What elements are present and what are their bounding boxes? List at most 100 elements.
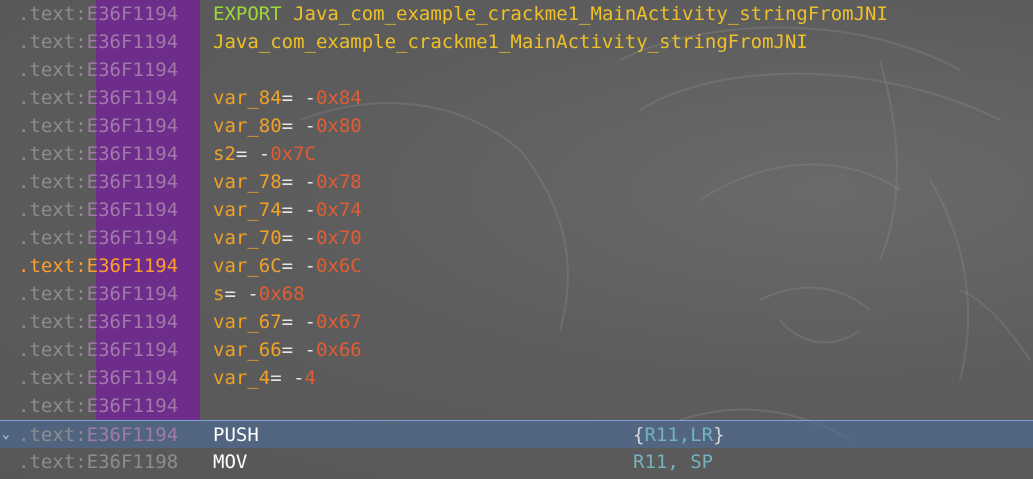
line-address[interactable]: .text:E36F1198 — [18, 448, 178, 476]
stack-variable-name[interactable]: s — [213, 283, 224, 305]
stack-variable-name[interactable]: var_4 — [213, 367, 270, 389]
listing-line[interactable]: .text:E36F1194 var_67= -0x67 — [0, 308, 1033, 336]
line-content[interactable]: Java_com_example_crackme1_MainActivity_s… — [213, 28, 808, 56]
line-content[interactable]: var_6C= -0x6C — [213, 252, 362, 280]
stack-variable-name[interactable]: s2 — [213, 143, 236, 165]
export-symbol[interactable]: Java_com_example_crackme1_MainActivity_s… — [293, 3, 888, 25]
stack-offset-value[interactable]: 0x68 — [259, 283, 305, 305]
stack-variable-name[interactable]: var_80 — [213, 115, 282, 137]
line-content[interactable]: var_84= -0x84 — [213, 84, 362, 112]
stack-variable-name[interactable]: var_6C — [213, 255, 282, 277]
export-keyword[interactable]: EXPORT — [213, 3, 282, 25]
listing-line[interactable]: .text:E36F1194 — [0, 392, 1033, 420]
stack-offset-value[interactable]: 0x67 — [316, 311, 362, 333]
equals-sign[interactable]: = — [282, 171, 293, 193]
listing-line[interactable]: .text:E36F1194 — [0, 56, 1033, 84]
minus-sign[interactable]: - — [293, 311, 316, 333]
line-address[interactable]: .text:E36F1194 — [18, 280, 178, 308]
listing-line[interactable]: .text:E36F1198 MOV R11, SP — [0, 448, 1033, 476]
line-address[interactable]: .text:E36F1194 — [18, 196, 178, 224]
stack-offset-value[interactable]: 0x70 — [316, 227, 362, 249]
equals-sign[interactable]: = — [282, 339, 293, 361]
fold-chevron-icon[interactable]: ⌄ — [2, 421, 16, 449]
line-content[interactable]: EXPORT Java_com_example_crackme1_MainAct… — [213, 0, 888, 28]
minus-sign[interactable]: - — [282, 367, 304, 389]
line-address[interactable]: .text:E36F1194 — [18, 112, 178, 140]
stack-variable-name[interactable]: var_74 — [213, 199, 282, 221]
minus-sign[interactable]: - — [293, 339, 316, 361]
stack-offset-value[interactable]: 0x6C — [316, 255, 362, 277]
minus-sign[interactable]: - — [293, 199, 316, 221]
line-address[interactable]: .text:E36F1194 — [18, 421, 178, 449]
line-content[interactable]: var_78= -0x78 — [213, 168, 362, 196]
equals-sign[interactable]: = — [236, 143, 247, 165]
line-address[interactable]: .text:E36F1194 — [18, 28, 178, 56]
stack-offset-value[interactable]: 0x84 — [316, 87, 362, 109]
line-content[interactable]: s= -0x68 — [213, 280, 305, 308]
stack-offset-value[interactable]: 0x7C — [270, 143, 316, 165]
line-address[interactable]: .text:E36F1194 — [18, 224, 178, 252]
line-address[interactable]: .text:E36F1194 — [18, 308, 178, 336]
equals-sign[interactable]: = — [282, 227, 293, 249]
equals-sign[interactable]: = — [270, 367, 281, 389]
line-address[interactable]: .text:E36F1194 — [18, 252, 178, 280]
minus-sign[interactable]: - — [293, 87, 316, 109]
stack-offset-value[interactable]: 0x66 — [316, 339, 362, 361]
listing-line[interactable]: .text:E36F1194 var_74= -0x74 — [0, 196, 1033, 224]
line-content[interactable]: MOV R11, SP — [213, 448, 713, 476]
minus-sign[interactable]: - — [293, 227, 316, 249]
instruction-operands[interactable]: {R11,LR} — [633, 421, 725, 449]
minus-sign[interactable]: - — [236, 283, 258, 305]
operand-brace-close[interactable]: } — [713, 424, 724, 446]
line-content[interactable]: var_70= -0x70 — [213, 224, 362, 252]
line-address[interactable]: .text:E36F1194 — [18, 364, 178, 392]
line-address[interactable]: .text:E36F1194 — [18, 56, 178, 84]
line-content[interactable]: var_80= -0x80 — [213, 112, 362, 140]
line-address[interactable]: .text:E36F1194 — [18, 392, 178, 420]
line-content[interactable]: var_67= -0x67 — [213, 308, 362, 336]
equals-sign[interactable]: = — [224, 283, 235, 305]
line-address[interactable]: .text:E36F1194 — [18, 84, 178, 112]
line-content[interactable]: var_66= -0x66 — [213, 336, 362, 364]
listing-line[interactable]: ⌄ .text:E36F1194 PUSH {R11,LR} — [0, 420, 1033, 448]
operand-registers[interactable]: R11, SP — [633, 451, 713, 473]
stack-offset-value[interactable]: 0x78 — [316, 171, 362, 193]
equals-sign[interactable]: = — [282, 87, 293, 109]
stack-offset-value[interactable]: 0x80 — [316, 115, 362, 137]
minus-sign[interactable]: - — [247, 143, 270, 165]
line-content[interactable]: PUSH {R11,LR} — [213, 421, 725, 449]
listing-line[interactable]: .text:E36F1194 var_70= -0x70 — [0, 224, 1033, 252]
stack-variable-name[interactable]: var_66 — [213, 339, 282, 361]
listing-line[interactable]: .text:E36F1194 var_78= -0x78 — [0, 168, 1033, 196]
minus-sign[interactable]: - — [293, 171, 316, 193]
stack-offset-value[interactable]: 4 — [305, 367, 316, 389]
listing-line[interactable]: .text:E36F1194 s= -0x68 — [0, 280, 1033, 308]
listing-line[interactable]: .text:E36F1194 var_66= -0x66 — [0, 336, 1033, 364]
line-content[interactable]: var_74= -0x74 — [213, 196, 362, 224]
line-address[interactable]: .text:E36F1194 — [18, 140, 178, 168]
line-address[interactable]: .text:E36F1194 — [18, 336, 178, 364]
stack-variable-name[interactable]: var_78 — [213, 171, 282, 193]
equals-sign[interactable]: = — [282, 115, 293, 137]
listing-line[interactable]: .text:E36F1194 Java_com_example_crackme1_… — [0, 28, 1033, 56]
equals-sign[interactable]: = — [282, 199, 293, 221]
listing-line[interactable]: .text:E36F1194 var_84= -0x84 — [0, 84, 1033, 112]
stack-variable-name[interactable]: var_84 — [213, 87, 282, 109]
stack-variable-name[interactable]: var_70 — [213, 227, 282, 249]
equals-sign[interactable]: = — [282, 311, 293, 333]
disassembly-view[interactable]: .text:E36F1194 EXPORT Java_com_example_cr… — [0, 0, 1033, 479]
line-content[interactable]: var_4= -4 — [213, 364, 316, 392]
listing-line[interactable]: .text:E36F1194 var_4= -4 — [0, 364, 1033, 392]
line-address[interactable]: .text:E36F1194 — [18, 168, 178, 196]
minus-sign[interactable]: - — [293, 255, 316, 277]
operand-registers[interactable]: R11,LR — [644, 424, 713, 446]
instruction-mnemonic[interactable]: PUSH — [213, 424, 259, 446]
operand-brace-open[interactable]: { — [633, 424, 644, 446]
stack-variable-name[interactable]: var_67 — [213, 311, 282, 333]
listing-line[interactable]: .text:E36F1194 EXPORT Java_com_example_cr… — [0, 0, 1033, 28]
line-address[interactable]: .text:E36F1194 — [18, 0, 178, 28]
listing-line[interactable]: .text:E36F1194 var_80= -0x80 — [0, 112, 1033, 140]
equals-sign[interactable]: = — [282, 255, 293, 277]
stack-offset-value[interactable]: 0x74 — [316, 199, 362, 221]
minus-sign[interactable]: - — [293, 115, 316, 137]
